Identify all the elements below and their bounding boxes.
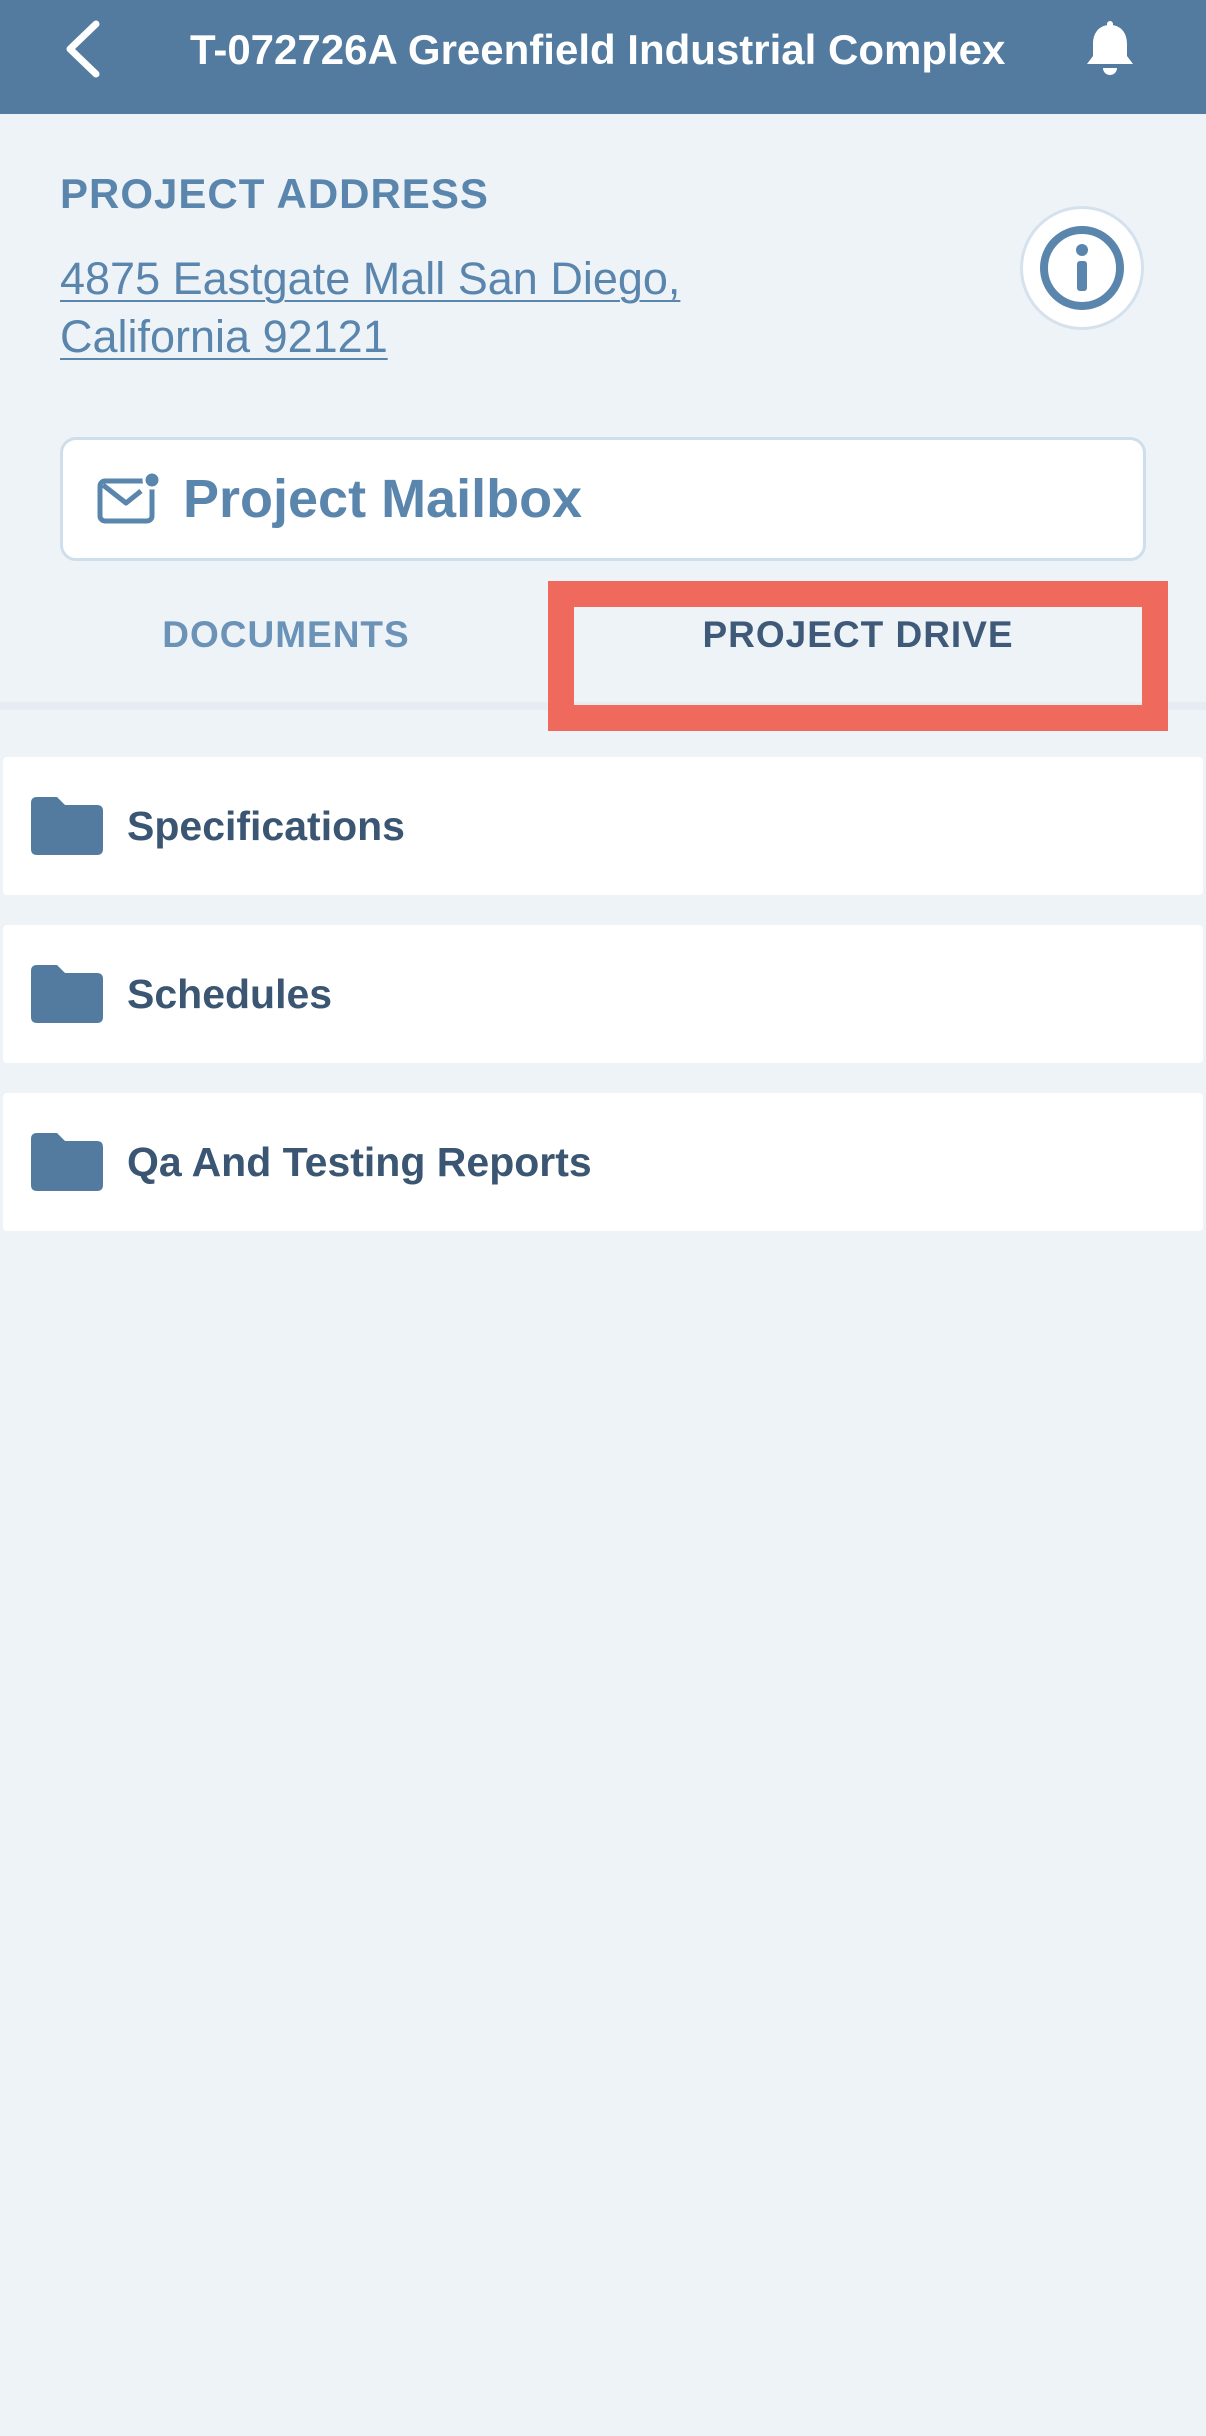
notifications-button[interactable] [1080,16,1140,82]
folder-icon [29,963,105,1025]
folder-icon [29,795,105,857]
folder-label: Qa And Testing Reports [127,1138,592,1185]
project-mailbox-button[interactable]: Project Mailbox [60,437,1146,561]
folder-label: Specifications [127,802,405,849]
page-title: T-072726A Greenfield Industrial Complex [190,26,1006,73]
folder-item-schedules[interactable]: Schedules [3,925,1203,1063]
folder-item-specifications[interactable]: Specifications [3,757,1203,895]
project-mailbox-label: Project Mailbox [183,469,583,529]
mail-notification-icon [97,471,161,527]
folder-icon [29,1131,105,1193]
tab-documents[interactable]: DOCUMENTS [0,580,572,690]
project-address-label: PROJECT ADDRESS [60,170,489,217]
folder-label: Schedules [127,970,333,1017]
folder-item-qa-and-testing-reports[interactable]: Qa And Testing Reports [3,1093,1203,1231]
tab-divider [0,702,1206,710]
info-icon [1040,226,1124,310]
tab-bar: DOCUMENTS PROJECT DRIVE [0,580,1206,710]
bell-icon [1087,21,1133,75]
project-address-link[interactable]: 4875 Eastgate Mall San Diego, California… [60,250,780,366]
chevron-left-icon [66,20,100,78]
tab-project-drive[interactable]: PROJECT DRIVE [572,580,1144,690]
back-button[interactable] [50,14,114,84]
app-header: T-072726A Greenfield Industrial Complex [0,0,1206,114]
folder-list: Specifications Schedules Qa And Testing … [3,757,1203,1261]
project-info-button[interactable] [1020,206,1144,330]
